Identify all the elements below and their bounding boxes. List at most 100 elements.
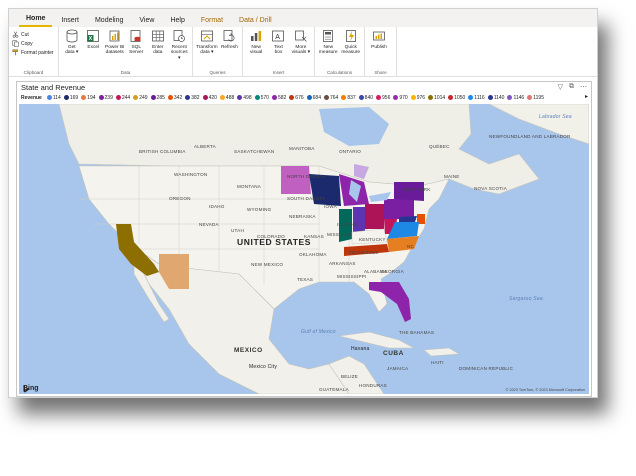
new-measure-button[interactable]: New measure (318, 29, 339, 56)
copy-button[interactable]: Copy (12, 40, 54, 47)
legend-item[interactable]: 285 (150, 95, 165, 101)
tab-help[interactable]: Help (163, 13, 191, 27)
tab-view[interactable]: View (132, 13, 161, 27)
sql-server-line2: Server (129, 50, 144, 56)
legend-item[interactable]: 1014 (428, 95, 445, 101)
excel-icon: X (87, 30, 100, 42)
legend-item[interactable]: 764 (323, 94, 339, 101)
recent-sources-line2: sources ▾ (170, 50, 188, 61)
state-label-montana: MONTANA (237, 184, 262, 189)
queries-group: Transform data ▾ Refresh Queries (193, 27, 243, 76)
legend-item[interactable]: 342 (167, 95, 182, 101)
legend-item-label: 1014 (434, 94, 446, 101)
transform-line2: data ▾ (200, 50, 214, 56)
state-label-mississippi: MISSISSIPPI (337, 274, 367, 279)
publish-icon (373, 31, 385, 41)
filter-icon[interactable]: ▽ (558, 83, 563, 91)
state-label-colorado: COLORADO (257, 234, 285, 239)
province-label-saskatchewan: SASKATCHEWAN (234, 149, 275, 154)
legend-item[interactable]: 1146 (507, 95, 524, 101)
legend-item-label: 676 (295, 94, 304, 101)
quick-measure-icon (345, 30, 356, 42)
quick-measure-button[interactable]: Quick measure (341, 29, 362, 56)
tab-modeling[interactable]: Modeling (88, 13, 130, 27)
state-label-illinois: ILLINOIS (337, 222, 358, 227)
legend-item[interactable]: 956 (376, 95, 390, 101)
more-options-icon[interactable]: ⋯ (580, 83, 587, 91)
legend-item[interactable]: 249 (133, 95, 148, 101)
data-group: Get data ▾ X Excel Power BI datasets SQL… (59, 27, 193, 76)
legend-item-label: 840 (364, 94, 374, 101)
legend-item[interactable]: 676 (289, 94, 304, 101)
legend-item[interactable]: 114 (46, 95, 61, 101)
legend-color-dot (428, 95, 434, 100)
legend-item[interactable]: 244 (115, 95, 130, 101)
legend-item[interactable]: 976 (410, 95, 425, 101)
refresh-icon (223, 30, 235, 42)
sql-server-icon (130, 30, 141, 42)
legend-color-dot (341, 95, 347, 100)
legend-item[interactable]: 970 (393, 95, 408, 101)
map-visual[interactable]: State and Revenue ▽ ⧉ ⋯ Revenue 114 169 19… (16, 81, 592, 397)
power-bi-window: Home Insert Modeling View Help Format Da… (8, 8, 598, 398)
legend-item[interactable]: 840 (358, 94, 374, 101)
queries-group-label: Queries (209, 70, 226, 75)
power-bi-datasets-button[interactable]: Power BI datasets (105, 29, 125, 56)
refresh-button[interactable]: Refresh (220, 29, 239, 50)
legend-item[interactable]: 1050 (448, 95, 465, 101)
new-visual-button[interactable]: New visual (246, 29, 266, 56)
map-canvas[interactable]: UNITED STATES MEXICO Mexico City Gulf of… (19, 104, 589, 394)
tab-insert[interactable]: Insert (54, 13, 86, 27)
get-data-button[interactable]: Get data ▾ (62, 29, 82, 56)
country-label-honduras: HONDURAS (359, 383, 387, 388)
more-visuals-line2: visuals ▾ (291, 50, 311, 56)
focus-mode-icon[interactable]: ⧉ (569, 83, 574, 91)
tab-home[interactable]: Home (19, 11, 53, 27)
legend-item[interactable]: 837 (341, 95, 356, 101)
legend-item[interactable]: 1140 (487, 95, 504, 101)
legend-item[interactable]: 382 (185, 95, 200, 101)
province-label-newfoundland: NEWFOUNDLAND AND LABRADOR (489, 134, 571, 139)
sql-server-button[interactable]: SQL Server (127, 29, 147, 56)
legend-item-label: 194 (87, 94, 96, 101)
legend-item[interactable]: 194 (81, 94, 96, 101)
legend-item[interactable]: 570 (254, 95, 269, 101)
more-visuals-button[interactable]: More visuals ▾ (291, 29, 311, 56)
legend-item[interactable]: 1195 (527, 95, 544, 101)
calculations-group-label: Calculations (326, 70, 353, 75)
tab-data-drill[interactable]: Data / Drill (232, 13, 279, 27)
scissors-icon (12, 31, 19, 38)
legend: Revenue 114 169 194 239 244 249 285 342 382 420 48… (21, 93, 544, 102)
legend-item[interactable]: 169 (63, 95, 78, 101)
legend-item[interactable]: 420 (202, 95, 217, 101)
calculations-group: New measure Quick measure Calculations (315, 27, 365, 76)
transform-data-button[interactable]: Transform data ▾ (196, 29, 218, 56)
water-label-sargasso: Sargasso Sea (509, 296, 543, 302)
legend-item[interactable]: 498 (237, 95, 252, 101)
country-label-guatemala: GUATEMALA (319, 387, 349, 392)
recent-sources-button[interactable]: Recent sources ▾ (170, 29, 190, 61)
legend-item-label: 764 (329, 94, 339, 101)
publish-line1: Publish (371, 45, 387, 50)
get-data-line2: data ▾ (65, 50, 79, 56)
format-painter-button[interactable]: Format painter (12, 49, 54, 56)
publish-button[interactable]: Publish (368, 29, 390, 50)
text-box-button[interactable]: A Text box (268, 29, 288, 56)
legend-item[interactable]: 239 (98, 95, 113, 101)
state-label-idaho: IDAHO (209, 204, 225, 209)
cut-button[interactable]: Cut (12, 31, 54, 38)
legend-item[interactable]: 488 (219, 95, 234, 101)
hispaniola-island (423, 347, 460, 357)
state-label-maine: MAINE (444, 174, 460, 179)
new-visual-line2: visual (250, 50, 263, 56)
state-indiana (353, 207, 365, 232)
excel-button[interactable]: X Excel (84, 29, 104, 50)
province-label-ontario: ONTARIO (339, 149, 361, 154)
copy-icon (12, 40, 19, 47)
legend-next-arrow-icon[interactable]: ▸ (585, 93, 588, 100)
enter-data-button[interactable]: Enter data (148, 29, 168, 56)
legend-item[interactable]: 684 (306, 95, 321, 101)
tab-format[interactable]: Format (194, 13, 230, 27)
legend-item[interactable]: 1116 (468, 95, 485, 101)
legend-item[interactable]: 582 (271, 95, 286, 101)
